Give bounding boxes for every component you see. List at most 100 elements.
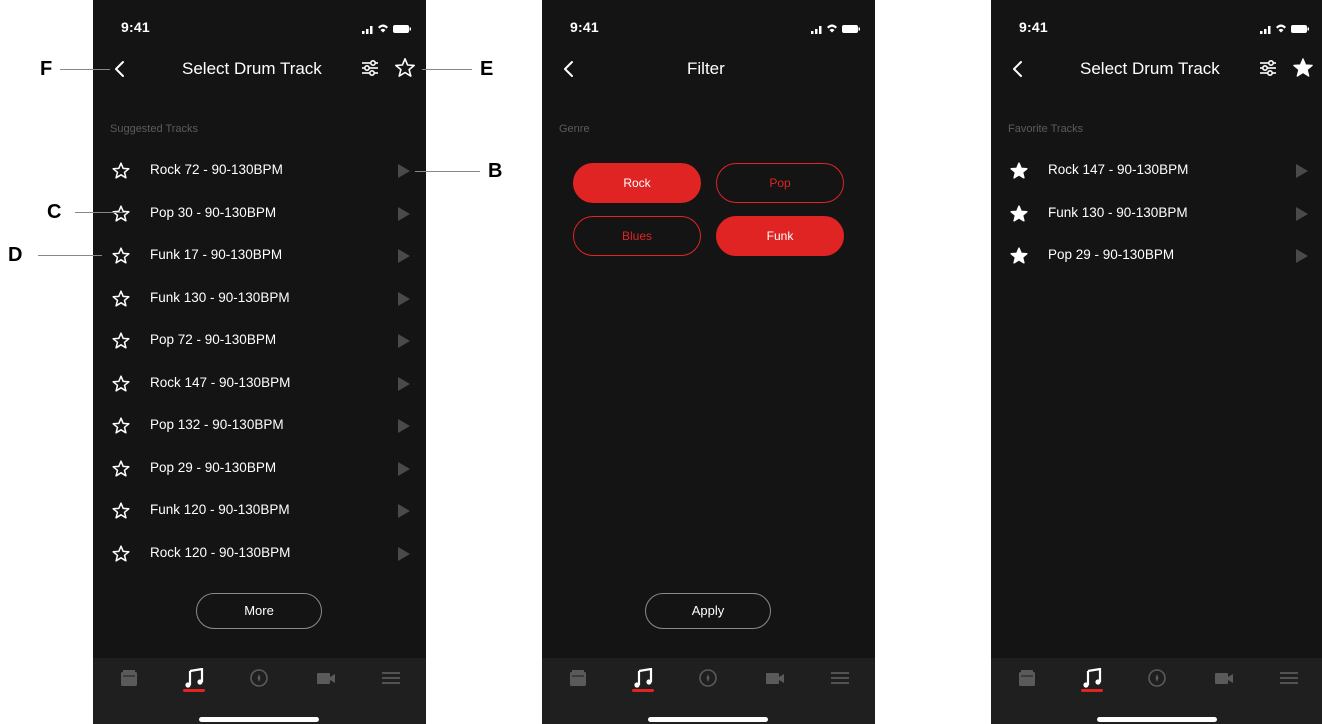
star-outline-icon[interactable] (111, 246, 131, 266)
play-icon[interactable] (398, 291, 410, 306)
compass-icon[interactable] (697, 668, 719, 688)
track-row[interactable]: Rock 72 - 90-130BPM (93, 150, 426, 193)
track-row[interactable]: Funk 130 - 90-130BPM (93, 278, 426, 321)
play-icon[interactable] (1296, 206, 1308, 221)
track-label: Pop 29 - 90-130BPM (1048, 247, 1175, 262)
star-outline-icon[interactable] (111, 416, 131, 436)
status-time: 9:41 (1019, 19, 1048, 35)
track-row[interactable]: Funk 120 - 90-130BPM (93, 490, 426, 533)
star-filled-icon[interactable] (1009, 246, 1029, 266)
apply-button[interactable]: Apply (645, 593, 771, 629)
more-button[interactable]: More (196, 593, 322, 629)
back-chevron-icon[interactable] (558, 57, 580, 81)
play-icon[interactable] (1296, 164, 1308, 178)
track-label: Funk 120 - 90-130BPM (150, 502, 290, 517)
active-tab-indicator (183, 689, 205, 692)
favorites-star-filled-icon[interactable] (1291, 56, 1315, 80)
track-row[interactable]: Pop 132 - 90-130BPM (93, 405, 426, 448)
star-outline-icon[interactable] (111, 204, 131, 224)
music-note-icon[interactable] (1081, 668, 1103, 688)
play-icon[interactable] (398, 249, 410, 263)
track-row[interactable]: Rock 147 - 90-130BPM (93, 363, 426, 406)
play-icon[interactable] (398, 206, 410, 221)
star-outline-icon[interactable] (111, 289, 131, 309)
status-time: 9:41 (570, 19, 599, 35)
play-icon[interactable] (398, 376, 410, 391)
music-note-icon[interactable] (183, 668, 205, 688)
track-label: Rock 120 - 90-130BPM (150, 544, 291, 560)
track-row[interactable]: Rock 147 - 90-130BPM (991, 150, 1322, 193)
track-row[interactable]: Pop 29 - 90-130BPM (991, 235, 1322, 278)
genre-chip-pop[interactable]: Pop (716, 163, 844, 203)
amp-icon[interactable] (567, 668, 589, 688)
page-title: Select Drum Track (1080, 59, 1220, 78)
filter-sliders-icon[interactable] (1257, 57, 1279, 79)
home-indicator (1097, 717, 1217, 722)
callout-e-line (422, 69, 472, 70)
status-icons (362, 24, 411, 34)
play-icon[interactable] (398, 164, 410, 178)
play-icon[interactable] (1296, 249, 1308, 263)
star-outline-icon[interactable] (111, 331, 131, 351)
star-outline-icon[interactable] (111, 161, 131, 181)
genre-chip-rock[interactable]: Rock (573, 163, 701, 203)
active-tab-indicator (632, 689, 654, 692)
play-icon[interactable] (398, 461, 410, 476)
callout-b-label: B (488, 160, 503, 182)
tab-bar (991, 658, 1322, 724)
video-camera-icon[interactable] (1213, 668, 1235, 688)
video-camera-icon[interactable] (764, 668, 786, 688)
status-bar: 9:41 (991, 19, 1322, 39)
menu-icon[interactable] (380, 668, 402, 688)
star-outline-icon[interactable] (111, 459, 131, 479)
genre-chip-funk[interactable]: Funk (716, 216, 844, 256)
menu-icon[interactable] (829, 668, 851, 688)
back-chevron-icon[interactable] (1007, 57, 1029, 81)
track-label: Rock 147 - 90-130BPM (1048, 162, 1189, 177)
status-icons (811, 24, 860, 34)
callout-f-line (60, 69, 110, 70)
genre-chip-blues[interactable]: Blues (573, 216, 701, 256)
screen-select-drum-track: 9:41 Select Drum Track Suggested Tracks … (93, 0, 426, 724)
track-row[interactable]: Funk 17 - 90-130BPM (93, 235, 426, 278)
callout-f-label: F (40, 58, 53, 80)
status-icons (1260, 24, 1309, 34)
play-icon[interactable] (398, 504, 410, 518)
active-tab-indicator (1081, 689, 1103, 692)
video-camera-icon[interactable] (315, 668, 337, 688)
compass-icon[interactable] (1146, 668, 1168, 688)
track-row[interactable]: Funk 130 - 90-130BPM (991, 193, 1322, 236)
track-row[interactable]: Rock 120 - 90-130BPM (93, 533, 426, 576)
track-row[interactable]: Pop 72 - 90-130BPM (93, 320, 426, 363)
home-indicator (648, 717, 768, 722)
status-bar: 9:41 (542, 19, 875, 39)
star-outline-icon[interactable] (111, 544, 131, 564)
callout-c-line (75, 212, 125, 213)
play-icon[interactable] (398, 334, 410, 348)
track-row[interactable]: Pop 30 - 90-130BPM (93, 193, 426, 236)
callout-d-label: D (8, 244, 23, 266)
play-icon[interactable] (398, 546, 410, 561)
star-outline-icon[interactable] (111, 374, 131, 394)
play-icon[interactable] (398, 419, 410, 433)
callout-b-line (415, 171, 480, 172)
track-list: Rock 72 - 90-130BPM Pop 30 - 90-130BPM Fun… (93, 150, 426, 575)
screen-filter: 9:41 Filter Genre Rock Pop Blues Funk Apply (542, 0, 875, 724)
amp-icon[interactable] (1016, 668, 1038, 688)
track-row[interactable]: Pop 29 - 90-130BPM (93, 448, 426, 491)
status-time: 9:41 (121, 19, 150, 35)
music-note-icon[interactable] (632, 668, 654, 688)
section-title-genre: Genre (559, 123, 590, 135)
star-filled-icon[interactable] (1009, 204, 1029, 224)
filter-sliders-icon[interactable] (359, 57, 381, 79)
menu-icon[interactable] (1278, 668, 1300, 688)
star-filled-icon[interactable] (1009, 161, 1029, 181)
section-title-suggested: Suggested Tracks (110, 123, 199, 135)
back-chevron-icon[interactable] (109, 57, 131, 81)
compass-icon[interactable] (248, 668, 270, 688)
star-outline-icon[interactable] (111, 501, 131, 521)
favorites-star-outline-icon[interactable] (393, 56, 417, 80)
track-label: Pop 29 - 90-130BPM (150, 459, 277, 475)
amp-icon[interactable] (118, 668, 140, 688)
header: Filter (542, 48, 875, 90)
